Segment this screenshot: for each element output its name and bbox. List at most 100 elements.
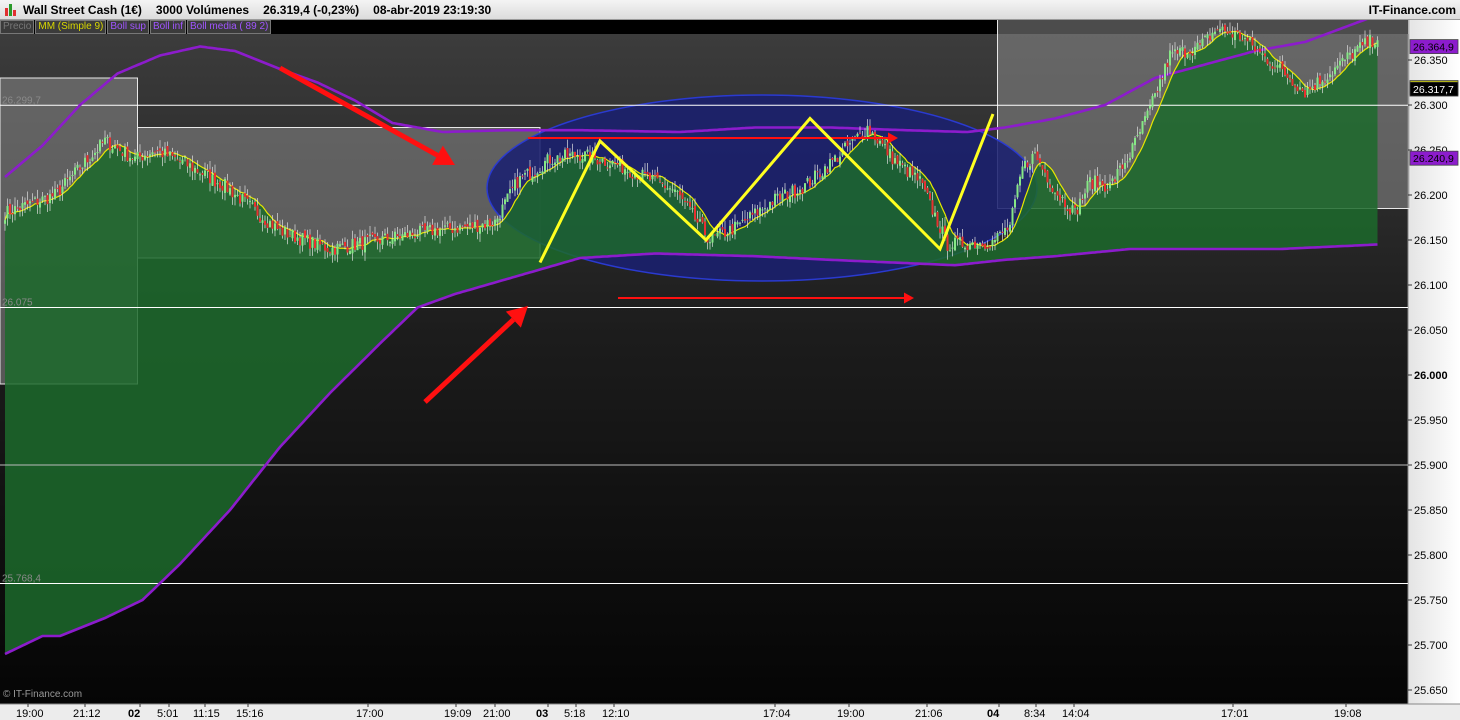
candle-body xyxy=(199,174,201,176)
candle-body xyxy=(104,137,106,145)
candle-body xyxy=(419,225,421,235)
cloud-segment xyxy=(920,170,923,264)
cloud-segment xyxy=(182,156,185,562)
cloud-segment xyxy=(372,239,375,351)
candle-body xyxy=(534,174,536,176)
cloud-segment xyxy=(652,175,655,254)
candle-body xyxy=(274,223,276,231)
candle-body xyxy=(601,158,604,162)
y-tick-label: 25.850 xyxy=(1414,505,1448,517)
candle-body xyxy=(1371,37,1374,48)
cloud-segment xyxy=(1182,54,1185,250)
candle-body xyxy=(69,176,71,181)
cloud-segment xyxy=(612,161,615,257)
y-tick-label: 26.100 xyxy=(1414,280,1448,292)
legend-boll-lower[interactable]: Boll inf xyxy=(149,20,186,34)
cloud-segment xyxy=(1210,41,1213,249)
candle-body xyxy=(789,195,791,202)
candle-body xyxy=(1334,67,1336,75)
x-tick-label: 5:01 xyxy=(157,708,178,720)
candle-body xyxy=(966,245,969,251)
candle-body xyxy=(629,173,631,178)
x-tick-label: 21:06 xyxy=(915,708,943,720)
cloud-segment xyxy=(885,137,888,263)
cloud-segment xyxy=(1167,80,1170,250)
cloud-segment xyxy=(910,163,913,264)
candle-body xyxy=(311,236,314,248)
cloud-segment xyxy=(145,156,148,598)
cloud-segment xyxy=(370,240,373,354)
candle-body xyxy=(1099,181,1101,186)
candle xyxy=(1131,142,1134,159)
candle-body xyxy=(976,245,979,249)
candle-body xyxy=(886,142,889,156)
candle xyxy=(834,154,836,163)
cloud-segment xyxy=(877,135,880,262)
candle-body xyxy=(1096,175,1099,188)
candle-body xyxy=(476,219,479,232)
legend-boll-mid[interactable]: Boll media ( 89 2) xyxy=(186,20,272,34)
cloud-segment xyxy=(360,245,363,364)
candle-body xyxy=(1179,48,1181,56)
cloud-segment xyxy=(1225,32,1228,249)
cloud-segment xyxy=(500,220,503,282)
cloud-segment xyxy=(792,194,795,259)
price-chart[interactable]: 26.299,726.07525.768,425.600 26.45026.40… xyxy=(0,20,1460,720)
legend-sma[interactable]: MM (Simple 9) xyxy=(35,20,107,34)
y-tick-label: 26.050 xyxy=(1414,325,1448,337)
cloud-segment xyxy=(162,153,165,581)
candle-body xyxy=(566,148,569,158)
cloud-segment xyxy=(1195,51,1198,249)
cloud-segment xyxy=(70,184,73,632)
candle-body xyxy=(1349,52,1351,55)
candle-body xyxy=(1346,52,1349,60)
cloud-segment xyxy=(907,161,910,264)
cloud-segment xyxy=(1272,56,1275,249)
candle-body xyxy=(309,234,311,249)
candle-body xyxy=(1059,194,1061,201)
cloud-segment xyxy=(1005,236,1008,260)
datetime: 08-abr-2019 23:19:30 xyxy=(373,2,492,17)
candle-body xyxy=(541,171,544,175)
cloud-segment xyxy=(220,178,223,521)
cloud-segment xyxy=(1032,169,1035,258)
cloud-segment xyxy=(835,166,838,261)
candle-body xyxy=(1146,110,1149,119)
cloud-segment xyxy=(365,243,368,359)
cloud-segment xyxy=(820,180,823,260)
candle-body xyxy=(239,194,241,204)
cloud-segment xyxy=(872,134,875,262)
cloud-segment xyxy=(465,227,468,292)
candle-body xyxy=(286,229,289,238)
cloud-segment xyxy=(310,238,313,415)
candle-body xyxy=(56,187,59,189)
candle-body xyxy=(819,174,821,178)
cloud-segment xyxy=(1247,36,1250,249)
candle-body xyxy=(296,237,299,241)
x-tick-label: 15:16 xyxy=(236,708,264,720)
candle-body xyxy=(756,209,759,216)
cloud-segment xyxy=(557,162,560,265)
candle-body xyxy=(451,229,454,233)
cloud-segment xyxy=(1212,38,1215,250)
cloud-segment xyxy=(602,157,605,257)
cloud-segment xyxy=(1100,185,1103,252)
legend-price[interactable]: Precio xyxy=(0,20,35,34)
cloud-segment xyxy=(1245,35,1248,250)
legend-boll-upper[interactable]: Boll sup xyxy=(107,20,149,34)
candle-body xyxy=(1139,132,1141,134)
candle-body xyxy=(299,237,301,246)
candle-body xyxy=(1239,32,1241,40)
cloud-segment xyxy=(305,236,308,420)
cloud-segment xyxy=(1240,32,1243,249)
candle-body xyxy=(256,205,259,216)
cloud-segment xyxy=(940,203,943,265)
cloud-segment xyxy=(1090,196,1093,253)
candle-body xyxy=(1029,166,1031,170)
candle-body xyxy=(1119,165,1121,168)
candle-body xyxy=(304,230,306,239)
candle-body xyxy=(324,244,326,251)
candle-body xyxy=(836,158,839,162)
candle-body xyxy=(931,200,934,215)
candle-body xyxy=(139,152,141,157)
